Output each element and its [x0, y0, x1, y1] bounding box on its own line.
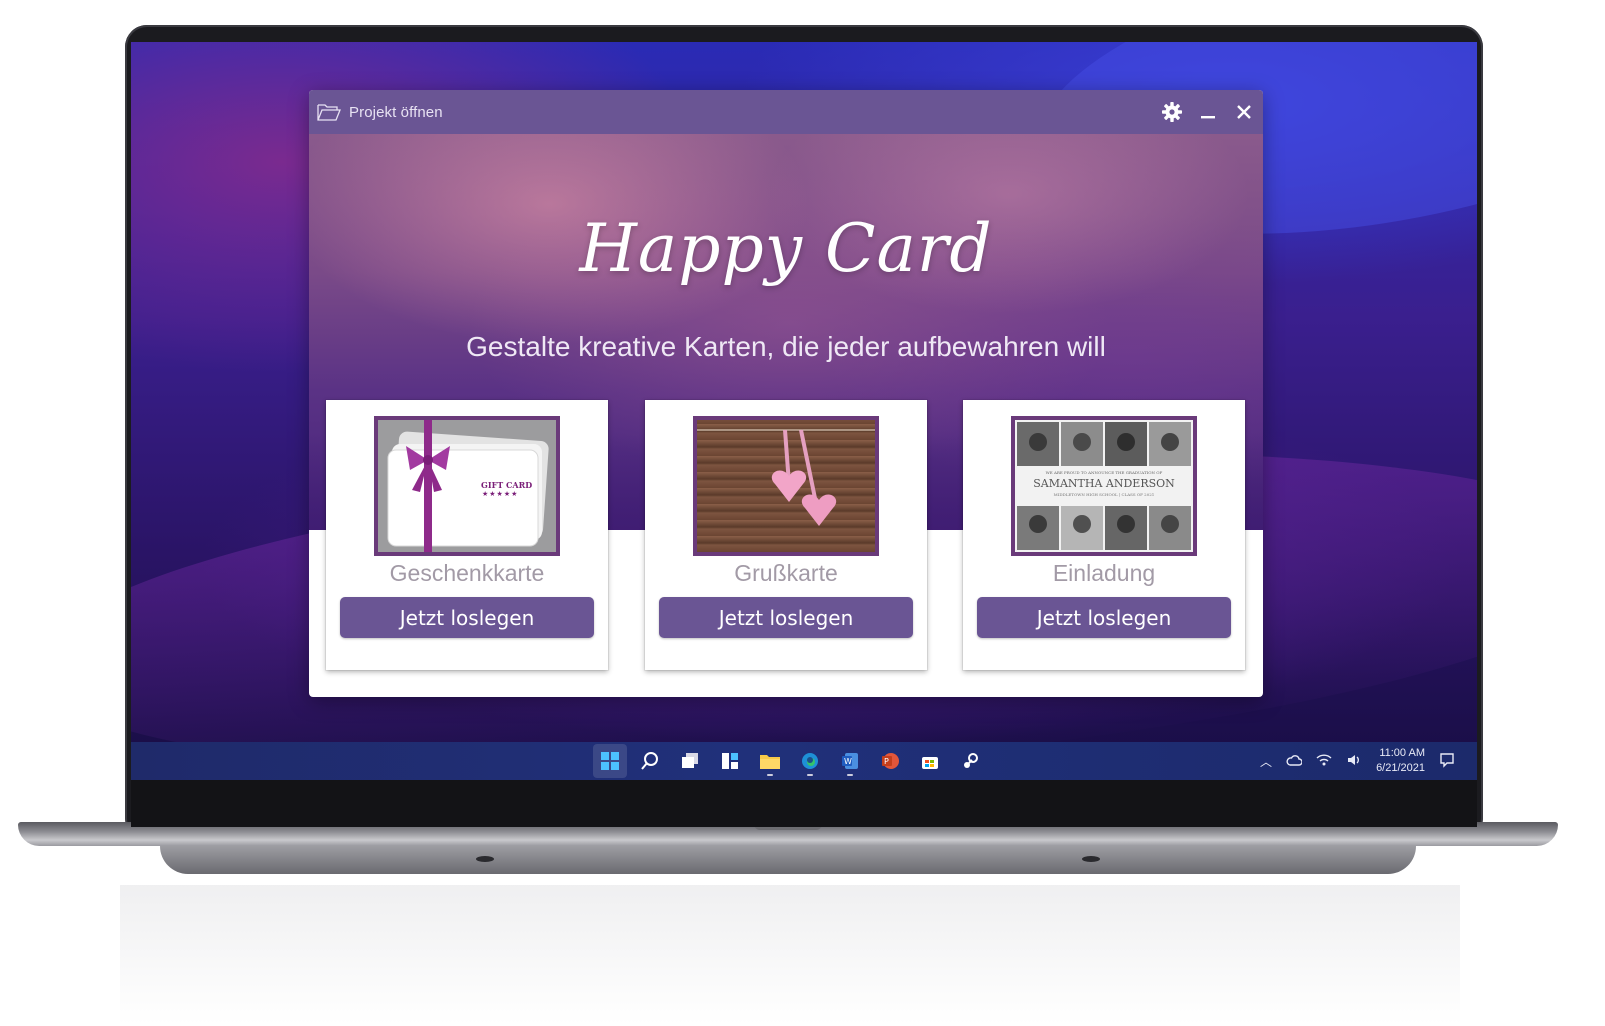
start-geschenkkarte-button[interactable]: Jetzt loslegen [340, 597, 594, 638]
task-view-icon[interactable] [673, 744, 707, 778]
laptop-foot [1082, 856, 1100, 862]
steam-icon[interactable] [953, 744, 987, 778]
card-label: Geschenkkarte [389, 560, 545, 586]
project-card-einladung: WE ARE PROUD TO ANNOUNCE THE GRADUATION … [963, 400, 1245, 670]
settings-button[interactable] [1161, 101, 1183, 123]
system-tray: ︿ 11:00 AM 6/21/2021 [1260, 742, 1455, 780]
word-icon[interactable]: W [833, 744, 867, 778]
store-icon[interactable] [913, 744, 947, 778]
card-label: Grußkarte [734, 560, 838, 586]
svg-text:P: P [884, 757, 889, 766]
close-button[interactable] [1233, 101, 1255, 123]
chevron-up-icon[interactable]: ︿ [1260, 753, 1272, 770]
invitation-name: SAMANTHA ANDERSON [1033, 477, 1175, 490]
start-grusskarte-button[interactable]: Jetzt loslegen [659, 597, 913, 638]
svg-text:W: W [844, 757, 852, 766]
greeting-card-thumbnail[interactable] [693, 416, 879, 556]
file-explorer-icon[interactable] [753, 744, 787, 778]
app-subtitle: Gestalte kreative Karten, die jeder aufb… [466, 331, 1106, 362]
minimize-icon [1201, 116, 1215, 119]
clock-time: 11:00 AM [1379, 747, 1425, 759]
wifi-icon[interactable] [1316, 753, 1332, 770]
search-icon[interactable] [633, 744, 667, 778]
taskbar: W P ︿ 11:00 AM 6/21/2021 [131, 742, 1477, 780]
app-title: Happy Card [579, 210, 993, 287]
card-label: Einladung [1052, 560, 1156, 586]
notification-icon[interactable] [1439, 752, 1455, 771]
clock-date: 6/21/2021 [1376, 762, 1425, 774]
invitation-thumbnail[interactable]: WE ARE PROUD TO ANNOUNCE THE GRADUATION … [1011, 416, 1197, 556]
window-controls [1161, 96, 1255, 128]
laptop-base-bottom [160, 846, 1416, 874]
laptop-reflection [120, 885, 1460, 1025]
window-title: Projekt öffnen [349, 103, 443, 121]
gift-card-thumbnail[interactable]: GIFT CARD ★★★★★ [374, 416, 560, 556]
edge-icon[interactable] [793, 744, 827, 778]
screen-bezel-bottom [131, 780, 1477, 827]
gift-card-stars: ★★★★★ [482, 491, 519, 498]
folder-open-icon [317, 104, 341, 121]
minimize-button[interactable] [1197, 101, 1219, 123]
app-window: Happy Card Gestalte kreative Karten, die… [309, 90, 1263, 697]
start-einladung-button[interactable]: Jetzt loslegen [977, 597, 1231, 638]
powerpoint-icon[interactable]: P [873, 744, 907, 778]
invitation-heading: WE ARE PROUD TO ANNOUNCE THE GRADUATION … [1045, 470, 1163, 475]
cloud-icon[interactable] [1286, 754, 1303, 769]
window-titlebar[interactable]: Projekt öffnen [309, 90, 1263, 134]
taskbar-icons: W P [593, 744, 987, 778]
volume-icon[interactable] [1346, 753, 1362, 770]
clock[interactable]: 11:00 AM 6/21/2021 [1376, 746, 1425, 776]
gift-card-text: GIFT CARD [481, 480, 533, 490]
project-card-geschenkkarte: GIFT CARD ★★★★★ Geschenkkarte Jetzt losl… [326, 400, 608, 670]
laptop-foot [476, 856, 494, 862]
widgets-icon[interactable] [713, 744, 747, 778]
start-icon[interactable] [593, 744, 627, 778]
gear-icon [1162, 102, 1182, 122]
close-icon [1237, 105, 1251, 119]
project-card-grusskarte: Grußkarte Jetzt loslegen [645, 400, 927, 670]
invitation-subline: MIDDLETOWN HIGH SCHOOL | CLASS OF 2021 [1053, 492, 1155, 497]
